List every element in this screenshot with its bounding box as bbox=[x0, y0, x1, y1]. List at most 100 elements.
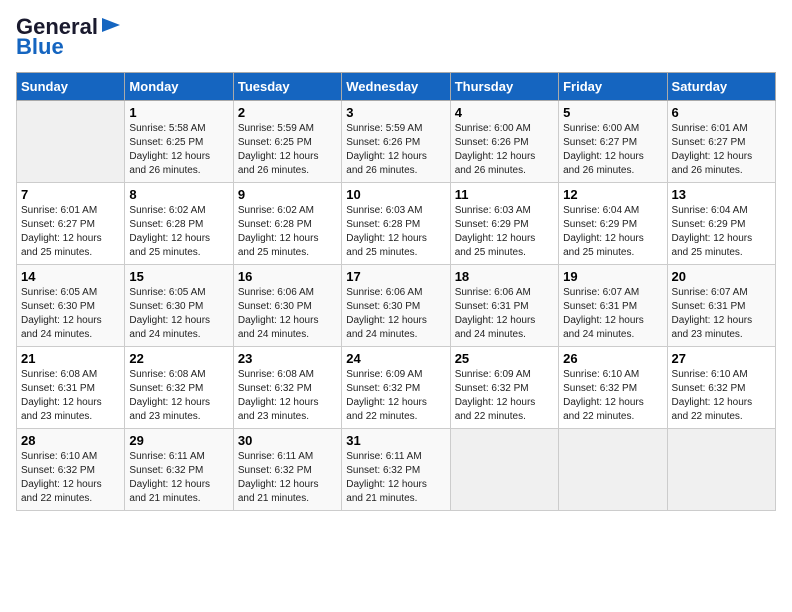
day-number: 28 bbox=[21, 433, 120, 448]
calendar-cell: 30 Sunrise: 6:11 AMSunset: 6:32 PMDayligh… bbox=[233, 429, 341, 511]
day-info: Sunrise: 6:09 AMSunset: 6:32 PMDaylight:… bbox=[346, 368, 445, 424]
calendar-cell bbox=[17, 101, 125, 183]
calendar-cell: 31 Sunrise: 6:11 AMSunset: 6:32 PMDayligh… bbox=[342, 429, 450, 511]
logo: General Blue bbox=[16, 16, 122, 60]
day-info: Sunrise: 6:02 AMSunset: 6:28 PMDaylight:… bbox=[129, 204, 228, 260]
day-info: Sunrise: 6:00 AMSunset: 6:27 PMDaylight:… bbox=[563, 122, 662, 178]
calendar-cell: 6 Sunrise: 6:01 AMSunset: 6:27 PMDaylight… bbox=[667, 101, 775, 183]
day-info: Sunrise: 6:05 AMSunset: 6:30 PMDaylight:… bbox=[21, 286, 120, 342]
day-info: Sunrise: 6:03 AMSunset: 6:29 PMDaylight:… bbox=[455, 204, 554, 260]
day-number: 13 bbox=[672, 187, 771, 202]
day-info: Sunrise: 6:10 AMSunset: 6:32 PMDaylight:… bbox=[21, 450, 120, 506]
day-number: 3 bbox=[346, 105, 445, 120]
calendar-cell: 16Sunrise: 6:06 AMSunset: 6:30 PMDayligh… bbox=[233, 265, 341, 347]
day-number: 27 bbox=[672, 351, 771, 366]
day-number: 26 bbox=[563, 351, 662, 366]
day-number: 1 bbox=[129, 105, 228, 120]
week-row-2: 7 Sunrise: 6:01 AMSunset: 6:27 PMDaylight… bbox=[17, 183, 776, 265]
day-info: Sunrise: 6:08 AMSunset: 6:32 PMDaylight:… bbox=[238, 368, 337, 424]
day-number: 5 bbox=[563, 105, 662, 120]
calendar-cell: 23 Sunrise: 6:08 AMSunset: 6:32 PMDayligh… bbox=[233, 347, 341, 429]
day-info: Sunrise: 6:06 AMSunset: 6:30 PMDaylight:… bbox=[238, 286, 337, 342]
day-number: 10 bbox=[346, 187, 445, 202]
calendar-cell: 14 Sunrise: 6:05 AMSunset: 6:30 PMDayligh… bbox=[17, 265, 125, 347]
week-row-1: 1 Sunrise: 5:58 AMSunset: 6:25 PMDaylight… bbox=[17, 101, 776, 183]
day-info: Sunrise: 6:04 AMSunset: 6:29 PMDaylight:… bbox=[563, 204, 662, 260]
day-number: 15 bbox=[129, 269, 228, 284]
weekday-header-wednesday: Wednesday bbox=[342, 73, 450, 101]
weekday-header-row: SundayMondayTuesdayWednesdayThursdayFrid… bbox=[17, 73, 776, 101]
week-row-5: 28 Sunrise: 6:10 AMSunset: 6:32 PMDayligh… bbox=[17, 429, 776, 511]
day-info: Sunrise: 6:03 AMSunset: 6:28 PMDaylight:… bbox=[346, 204, 445, 260]
day-number: 2 bbox=[238, 105, 337, 120]
day-number: 12 bbox=[563, 187, 662, 202]
day-number: 21 bbox=[21, 351, 120, 366]
day-info: Sunrise: 6:00 AMSunset: 6:26 PMDaylight:… bbox=[455, 122, 554, 178]
day-number: 6 bbox=[672, 105, 771, 120]
day-info: Sunrise: 6:11 AMSunset: 6:32 PMDaylight:… bbox=[238, 450, 337, 506]
calendar-cell: 17 Sunrise: 6:06 AMSunset: 6:30 PMDayligh… bbox=[342, 265, 450, 347]
calendar-cell: 13Sunrise: 6:04 AMSunset: 6:29 PMDayligh… bbox=[667, 183, 775, 265]
calendar-cell: 11 Sunrise: 6:03 AMSunset: 6:29 PMDayligh… bbox=[450, 183, 558, 265]
day-number: 8 bbox=[129, 187, 228, 202]
calendar-cell: 18 Sunrise: 6:06 AMSunset: 6:31 PMDayligh… bbox=[450, 265, 558, 347]
weekday-header-friday: Friday bbox=[559, 73, 667, 101]
calendar-cell: 10 Sunrise: 6:03 AMSunset: 6:28 PMDayligh… bbox=[342, 183, 450, 265]
day-info: Sunrise: 6:01 AMSunset: 6:27 PMDaylight:… bbox=[672, 122, 771, 178]
day-info: Sunrise: 6:09 AMSunset: 6:32 PMDaylight:… bbox=[455, 368, 554, 424]
calendar-cell bbox=[450, 429, 558, 511]
day-number: 23 bbox=[238, 351, 337, 366]
day-info: Sunrise: 6:06 AMSunset: 6:30 PMDaylight:… bbox=[346, 286, 445, 342]
day-number: 24 bbox=[346, 351, 445, 366]
day-number: 30 bbox=[238, 433, 337, 448]
day-number: 20 bbox=[672, 269, 771, 284]
calendar-cell: 3 Sunrise: 5:59 AMSunset: 6:26 PMDaylight… bbox=[342, 101, 450, 183]
calendar-cell: 27Sunrise: 6:10 AMSunset: 6:32 PMDayligh… bbox=[667, 347, 775, 429]
weekday-header-tuesday: Tuesday bbox=[233, 73, 341, 101]
day-number: 31 bbox=[346, 433, 445, 448]
calendar-cell: 28 Sunrise: 6:10 AMSunset: 6:32 PMDayligh… bbox=[17, 429, 125, 511]
day-number: 17 bbox=[346, 269, 445, 284]
day-info: Sunrise: 5:58 AMSunset: 6:25 PMDaylight:… bbox=[129, 122, 228, 178]
calendar-cell: 7 Sunrise: 6:01 AMSunset: 6:27 PMDaylight… bbox=[17, 183, 125, 265]
calendar-cell: 8 Sunrise: 6:02 AMSunset: 6:28 PMDaylight… bbox=[125, 183, 233, 265]
weekday-header-saturday: Saturday bbox=[667, 73, 775, 101]
day-number: 18 bbox=[455, 269, 554, 284]
day-info: Sunrise: 6:11 AMSunset: 6:32 PMDaylight:… bbox=[129, 450, 228, 506]
day-info: Sunrise: 6:10 AMSunset: 6:32 PMDaylight:… bbox=[563, 368, 662, 424]
calendar-cell: 24 Sunrise: 6:09 AMSunset: 6:32 PMDayligh… bbox=[342, 347, 450, 429]
day-info: Sunrise: 6:02 AMSunset: 6:28 PMDaylight:… bbox=[238, 204, 337, 260]
calendar-cell: 26 Sunrise: 6:10 AMSunset: 6:32 PMDayligh… bbox=[559, 347, 667, 429]
day-info: Sunrise: 5:59 AMSunset: 6:25 PMDaylight:… bbox=[238, 122, 337, 178]
day-number: 14 bbox=[21, 269, 120, 284]
day-info: Sunrise: 6:01 AMSunset: 6:27 PMDaylight:… bbox=[21, 204, 120, 260]
day-info: Sunrise: 6:08 AMSunset: 6:32 PMDaylight:… bbox=[129, 368, 228, 424]
day-number: 22 bbox=[129, 351, 228, 366]
calendar-cell: 12 Sunrise: 6:04 AMSunset: 6:29 PMDayligh… bbox=[559, 183, 667, 265]
calendar-cell: 9 Sunrise: 6:02 AMSunset: 6:28 PMDaylight… bbox=[233, 183, 341, 265]
weekday-header-sunday: Sunday bbox=[17, 73, 125, 101]
day-info: Sunrise: 5:59 AMSunset: 6:26 PMDaylight:… bbox=[346, 122, 445, 178]
logo-arrow-icon bbox=[100, 14, 122, 36]
day-info: Sunrise: 6:11 AMSunset: 6:32 PMDaylight:… bbox=[346, 450, 445, 506]
calendar-cell: 15 Sunrise: 6:05 AMSunset: 6:30 PMDayligh… bbox=[125, 265, 233, 347]
day-info: Sunrise: 6:07 AMSunset: 6:31 PMDaylight:… bbox=[672, 286, 771, 342]
day-info: Sunrise: 6:06 AMSunset: 6:31 PMDaylight:… bbox=[455, 286, 554, 342]
calendar-cell: 29 Sunrise: 6:11 AMSunset: 6:32 PMDayligh… bbox=[125, 429, 233, 511]
calendar-cell: 25 Sunrise: 6:09 AMSunset: 6:32 PMDayligh… bbox=[450, 347, 558, 429]
day-number: 29 bbox=[129, 433, 228, 448]
day-number: 7 bbox=[21, 187, 120, 202]
day-number: 11 bbox=[455, 187, 554, 202]
day-info: Sunrise: 6:05 AMSunset: 6:30 PMDaylight:… bbox=[129, 286, 228, 342]
calendar-table: SundayMondayTuesdayWednesdayThursdayFrid… bbox=[16, 72, 776, 511]
day-info: Sunrise: 6:08 AMSunset: 6:31 PMDaylight:… bbox=[21, 368, 120, 424]
calendar-cell: 1 Sunrise: 5:58 AMSunset: 6:25 PMDaylight… bbox=[125, 101, 233, 183]
calendar-cell: 22 Sunrise: 6:08 AMSunset: 6:32 PMDayligh… bbox=[125, 347, 233, 429]
calendar-cell: 4 Sunrise: 6:00 AMSunset: 6:26 PMDaylight… bbox=[450, 101, 558, 183]
day-number: 4 bbox=[455, 105, 554, 120]
day-info: Sunrise: 6:07 AMSunset: 6:31 PMDaylight:… bbox=[563, 286, 662, 342]
day-number: 19 bbox=[563, 269, 662, 284]
day-number: 25 bbox=[455, 351, 554, 366]
week-row-4: 21 Sunrise: 6:08 AMSunset: 6:31 PMDayligh… bbox=[17, 347, 776, 429]
day-number: 9 bbox=[238, 187, 337, 202]
